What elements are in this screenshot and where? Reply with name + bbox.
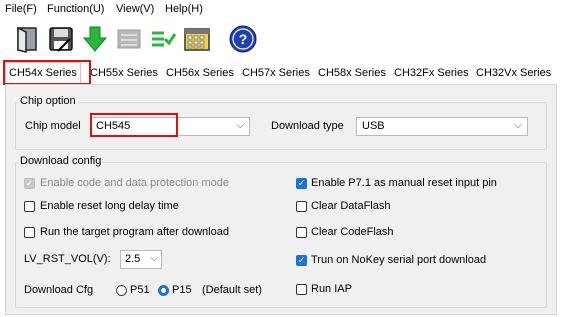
chevron-down-icon: ⌵: [150, 253, 158, 264]
lv-rst-label: LV_RST_VOL(V):: [24, 253, 111, 265]
run-after-download-label: Run the target program after download: [40, 226, 229, 238]
p71-reset-checkbox[interactable]: ✓: [296, 178, 307, 189]
calculator-icon[interactable]: [182, 24, 212, 54]
clear-dataflash-label: Clear DataFlash: [311, 200, 391, 212]
clear-codeflash-label: Clear CodeFlash: [311, 226, 394, 238]
open-file-icon[interactable]: [12, 24, 42, 54]
chip-model-value: CH545: [96, 120, 131, 132]
tab-ch56x[interactable]: CH56x Series: [166, 64, 234, 82]
chip-option-title: Chip option: [18, 95, 78, 107]
verify-icon[interactable]: [148, 24, 178, 54]
download-type-select[interactable]: USB ⌵: [356, 117, 528, 136]
ch54x-panel: Chip option Chip model CH545 ⌵ Download …: [5, 84, 557, 315]
download-type-value: USB: [362, 120, 385, 132]
default-set-label: (Default set): [202, 284, 262, 296]
series-tab-bar: CH54x Series CH55x Series CH56x Series C…: [0, 62, 561, 84]
menu-view[interactable]: View(V): [116, 3, 154, 15]
radio-p15[interactable]: [158, 285, 169, 296]
lv-rst-select[interactable]: 2.5 ⌵: [120, 250, 162, 269]
download-arrow-icon[interactable]: [80, 24, 110, 54]
tab-ch58x[interactable]: CH58x Series: [318, 64, 386, 82]
download-type-label: Download type: [271, 120, 344, 132]
tab-ch55x[interactable]: CH55x Series: [90, 64, 158, 82]
svg-text:?: ?: [239, 31, 248, 47]
chip-model-label: Chip model: [25, 120, 81, 132]
lv-rst-value: 2.5: [125, 253, 141, 265]
clear-codeflash-checkbox[interactable]: [296, 227, 307, 238]
menu-file[interactable]: File(F): [5, 3, 37, 15]
save-file-icon[interactable]: [46, 24, 76, 54]
nokey-serial-label: Trun on NoKey serial port download: [311, 254, 487, 266]
code-protection-checkbox[interactable]: ✓: [24, 178, 35, 189]
reset-long-delay-checkbox[interactable]: [24, 201, 35, 212]
radio-p51-label: P51: [130, 284, 150, 296]
clear-dataflash-checkbox[interactable]: [296, 201, 307, 212]
toolbar: ?: [0, 20, 561, 62]
tab-ch32fx[interactable]: CH32Fx Series: [394, 64, 469, 82]
radio-p51[interactable]: [116, 285, 127, 296]
menu-function[interactable]: Function(U): [47, 3, 104, 15]
help-icon[interactable]: ?: [228, 24, 258, 54]
tab-ch32vx[interactable]: CH32Vx Series: [476, 64, 551, 82]
download-cfg-label: Download Cfg: [24, 284, 94, 296]
tab-ch57x[interactable]: CH57x Series: [242, 64, 310, 82]
code-protection-label: Enable code and data protection mode: [40, 177, 229, 189]
nokey-serial-checkbox[interactable]: ✓: [296, 255, 307, 266]
run-iap-checkbox[interactable]: [296, 284, 307, 295]
radio-p15-label: P15: [172, 284, 192, 296]
menu-help[interactable]: Help(H): [165, 3, 203, 15]
chevron-down-icon: ⌵: [236, 120, 244, 131]
chip-model-select[interactable]: CH545 ⌵: [90, 117, 250, 136]
tab-ch54x[interactable]: CH54x Series: [5, 62, 81, 83]
download-config-title: Download config: [18, 155, 104, 167]
reset-long-delay-label: Enable reset long delay time: [40, 200, 179, 212]
p71-reset-label: Enable P7.1 as manual reset input pin: [311, 177, 497, 189]
menu-bar: File(F) Function(U) View(V) Help(H): [0, 0, 561, 20]
chevron-down-icon: ⌵: [514, 120, 522, 131]
erase-icon[interactable]: [114, 24, 144, 54]
run-after-download-checkbox[interactable]: [24, 227, 35, 238]
run-iap-label: Run IAP: [311, 283, 352, 295]
